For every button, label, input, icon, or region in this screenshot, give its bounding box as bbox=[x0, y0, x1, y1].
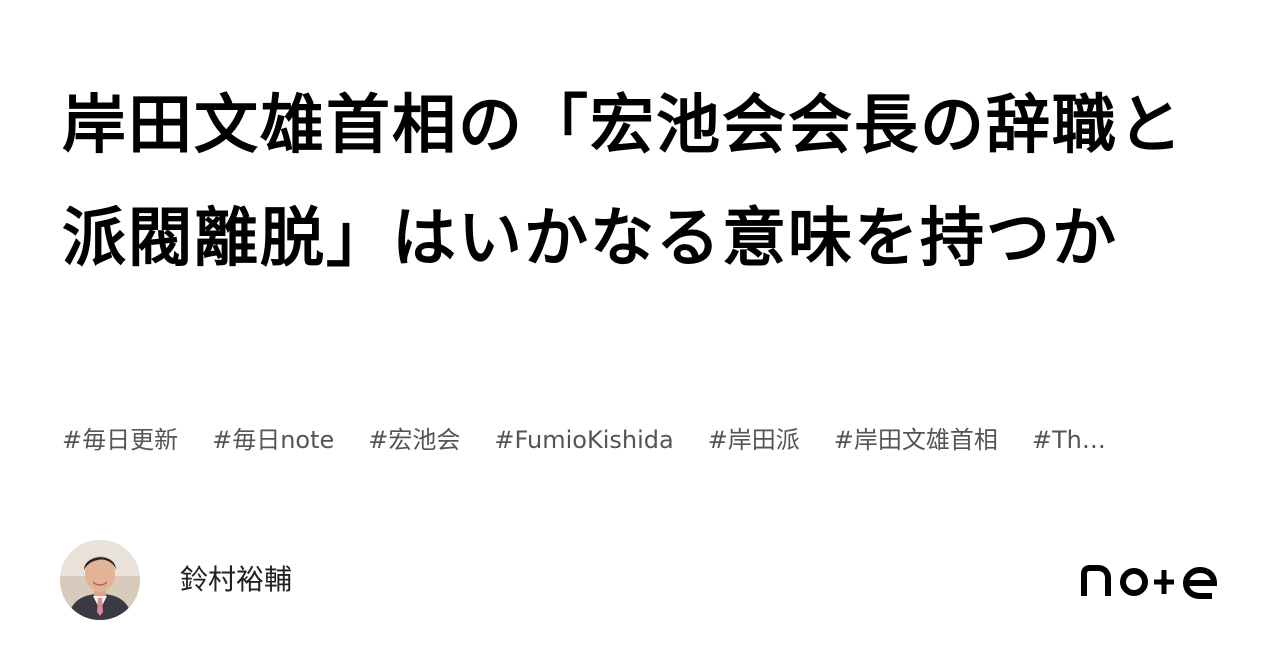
hashtag[interactable]: #Th… bbox=[1032, 420, 1106, 460]
article-card: 岸田文雄首相の「宏池会会長の辞職と派閥離脱」はいかなる意味を持つか #毎日更新 … bbox=[0, 0, 1280, 670]
hashtag[interactable]: #毎日更新 bbox=[62, 420, 178, 460]
article-title[interactable]: 岸田文雄首相の「宏池会会長の辞職と派閥離脱」はいかなる意味を持つか bbox=[62, 70, 1212, 410]
note-logo[interactable] bbox=[1078, 556, 1224, 604]
hashtag-list: #毎日更新 #毎日note #宏池会 #FumioKishida #岸田派 #岸… bbox=[62, 420, 1222, 460]
hashtag[interactable]: #毎日note bbox=[212, 420, 334, 460]
author-name[interactable]: 鈴村裕輔 bbox=[180, 560, 292, 600]
hashtag[interactable]: #宏池会 bbox=[368, 420, 460, 460]
hashtag[interactable]: #岸田派 bbox=[708, 420, 800, 460]
hashtag[interactable]: #岸田文雄首相 bbox=[834, 420, 998, 460]
hashtag[interactable]: #FumioKishida bbox=[494, 420, 673, 460]
author-avatar[interactable] bbox=[60, 540, 140, 620]
avatar-portrait-image bbox=[60, 540, 140, 620]
